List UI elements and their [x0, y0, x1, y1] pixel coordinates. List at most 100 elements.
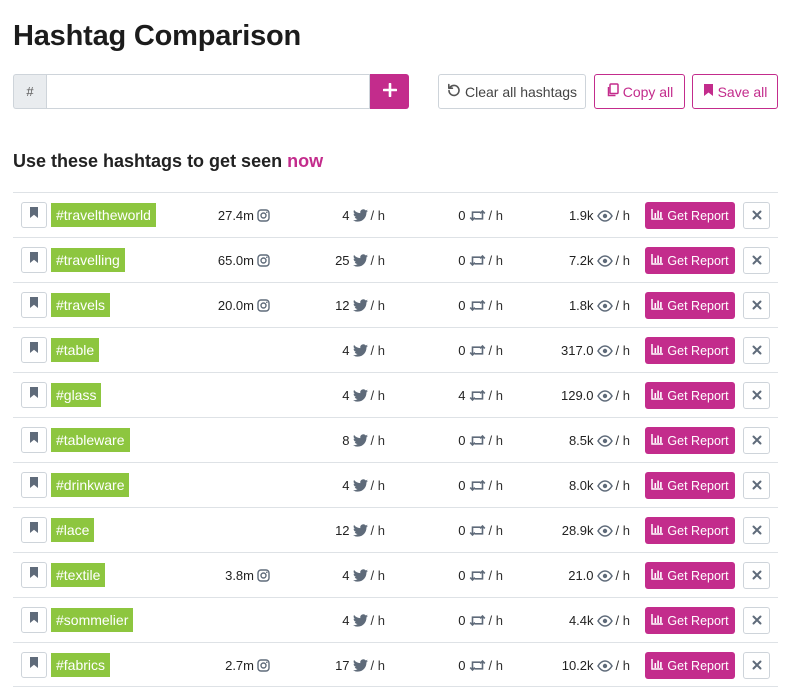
- remove-hashtag-button[interactable]: [743, 292, 770, 319]
- remove-hashtag-button[interactable]: [743, 562, 770, 589]
- tweets-value: 4: [342, 343, 350, 358]
- remove-hashtag-button[interactable]: [743, 247, 770, 274]
- clear-all-button[interactable]: Clear all hashtags: [438, 74, 586, 109]
- save-all-button[interactable]: Save all: [692, 74, 778, 109]
- table-row: #sommelier 4 / h 0 / h 4.4k / h Get Report: [13, 597, 778, 642]
- hashtag-input[interactable]: [46, 74, 370, 109]
- get-report-button[interactable]: Get Report: [645, 427, 735, 454]
- hashtag-label[interactable]: #traveltheworld: [51, 203, 156, 227]
- get-report-button[interactable]: Get Report: [645, 562, 735, 589]
- instagram-count: 65.0m: [183, 238, 270, 283]
- hashtag-label[interactable]: #travelling: [51, 248, 125, 272]
- retweet-icon: [469, 524, 486, 537]
- get-report-button[interactable]: Get Report: [645, 382, 735, 409]
- per-hour-label: / h: [370, 613, 385, 628]
- hashtag-label[interactable]: #drinkware: [51, 473, 130, 497]
- get-report-label: Get Report: [667, 208, 729, 223]
- bookmark-button[interactable]: [21, 652, 47, 678]
- per-hour-label: / h: [615, 658, 630, 673]
- remove-hashtag-button[interactable]: [743, 382, 770, 409]
- instagram-count-value: 27.4m: [217, 208, 254, 223]
- eye-icon: [596, 434, 613, 447]
- per-hour-label: / h: [615, 523, 630, 538]
- hashtag-label[interactable]: #table: [51, 338, 100, 362]
- copy-all-button[interactable]: Copy all: [594, 74, 685, 109]
- bookmark-button[interactable]: [21, 292, 47, 318]
- tweets-value: 4: [342, 478, 350, 493]
- retweets-value: 0: [458, 523, 466, 538]
- get-report-button[interactable]: Get Report: [645, 337, 735, 364]
- remove-hashtag-button[interactable]: [743, 337, 770, 364]
- hashtag-label[interactable]: #lace: [51, 518, 95, 542]
- bookmark-button[interactable]: [21, 427, 47, 453]
- remove-hashtag-button[interactable]: [743, 607, 770, 634]
- views-per-hour: 21.0 / h: [523, 553, 630, 598]
- get-report-button[interactable]: Get Report: [645, 517, 735, 544]
- remove-hashtag-button[interactable]: [743, 427, 770, 454]
- per-hour-label: / h: [615, 343, 630, 358]
- retweets-value: 4: [458, 388, 466, 403]
- get-report-button[interactable]: Get Report: [645, 607, 735, 634]
- bookmark-button[interactable]: [21, 562, 47, 588]
- views-per-hour: 317.0 / h: [523, 328, 630, 373]
- remove-hashtag-button[interactable]: [743, 652, 770, 679]
- tweets-value: 4: [342, 208, 350, 223]
- hashtag-label[interactable]: #sommelier: [51, 608, 134, 632]
- per-hour-label: / h: [615, 568, 630, 583]
- views-value: 129.0: [560, 388, 594, 403]
- bookmark-button[interactable]: [21, 472, 47, 498]
- clear-all-label: Clear all hashtags: [464, 83, 578, 100]
- get-report-button[interactable]: Get Report: [645, 202, 735, 229]
- close-icon: [752, 522, 762, 540]
- hashtag-label[interactable]: #tableware: [51, 428, 130, 452]
- hashtag-label[interactable]: #textile: [51, 563, 106, 587]
- get-report-label: Get Report: [667, 478, 729, 493]
- retweet-icon: [469, 479, 486, 492]
- tweets-value: 25: [335, 253, 350, 268]
- table-row: #fabrics 2.7m 17 / h 0 / h 10.2k / h Get Report: [13, 642, 778, 687]
- bookmark-button[interactable]: [21, 517, 47, 543]
- section-heading-text: Use these hashtags to get seen: [13, 151, 283, 171]
- remove-hashtag-button[interactable]: [743, 517, 770, 544]
- per-hour-label: / h: [370, 568, 385, 583]
- bookmark-button[interactable]: [21, 202, 47, 228]
- views-value: 28.9k: [561, 523, 594, 538]
- page-title: Hashtag Comparison: [13, 20, 302, 52]
- hashtag-label[interactable]: #fabrics: [51, 653, 111, 677]
- remove-hashtag-button[interactable]: [743, 472, 770, 499]
- add-hashtag-button[interactable]: [370, 74, 409, 109]
- bookmark-button[interactable]: [21, 247, 47, 273]
- retweets-per-hour: 0 / h: [403, 553, 503, 598]
- bookmark-button[interactable]: [21, 607, 47, 633]
- retweet-icon: [469, 344, 486, 357]
- views-per-hour: 1.9k / h: [523, 193, 630, 238]
- bookmark-button[interactable]: [21, 337, 47, 363]
- hashtag-label[interactable]: #travels: [51, 293, 111, 317]
- get-report-button[interactable]: Get Report: [645, 652, 735, 679]
- instagram-icon: [257, 299, 270, 312]
- remove-hashtag-button[interactable]: [743, 202, 770, 229]
- plus-icon: [382, 82, 397, 100]
- hashtag-input-group: #: [13, 74, 409, 109]
- views-per-hour: 4.4k / h: [523, 598, 630, 643]
- get-report-button[interactable]: Get Report: [645, 292, 735, 319]
- hashtag-label[interactable]: #glass: [51, 383, 102, 407]
- tweets-per-hour: 8 / h: [283, 418, 385, 463]
- retweets-per-hour: 0 / h: [403, 283, 503, 328]
- instagram-count: 2.7m: [183, 643, 270, 688]
- tweets-per-hour: 4 / h: [283, 598, 385, 643]
- instagram-icon: [257, 254, 270, 267]
- get-report-button[interactable]: Get Report: [645, 472, 735, 499]
- get-report-label: Get Report: [667, 523, 729, 538]
- views-value: 1.9k: [568, 208, 594, 223]
- per-hour-label: / h: [488, 613, 503, 628]
- table-row: #drinkware 4 / h 0 / h 8.0k / h Get Report: [13, 462, 778, 507]
- bookmark-button[interactable]: [21, 382, 47, 408]
- table-row: #travels 20.0m 12 / h 0 / h 1.8k / h Get Report: [13, 282, 778, 327]
- views-value: 8.0k: [568, 478, 594, 493]
- eye-icon: [596, 254, 613, 267]
- bar-chart-icon: [651, 523, 664, 538]
- instagram-count: 27.4m: [183, 193, 270, 238]
- tweets-value: 8: [342, 433, 350, 448]
- get-report-button[interactable]: Get Report: [645, 247, 735, 274]
